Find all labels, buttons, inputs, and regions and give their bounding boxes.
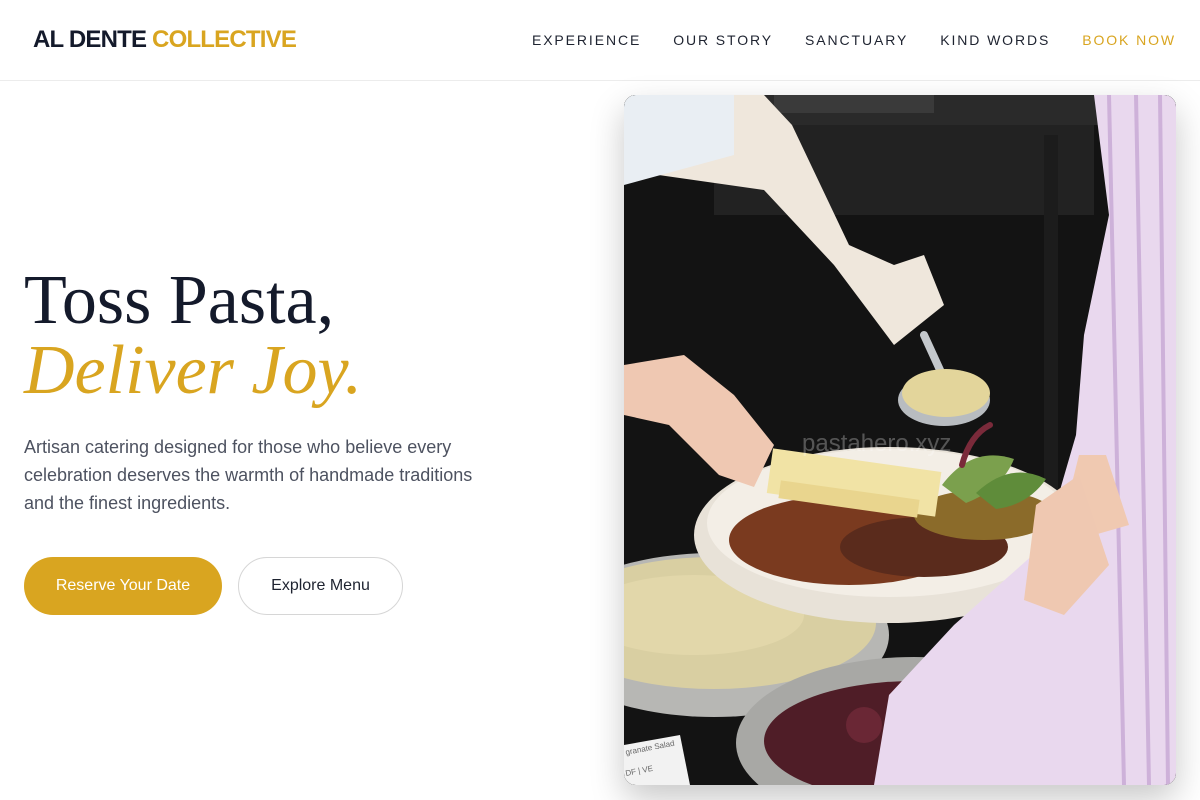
hero-subtitle: Artisan catering designed for those who …	[24, 437, 473, 513]
reserve-date-button[interactable]: Reserve Your Date	[24, 557, 222, 615]
nav-link-kind-words[interactable]: KIND WORDS	[940, 32, 1050, 48]
site-header: AL DENTE COLLECTIVE EXPERIENCE OUR STORY…	[0, 0, 1200, 81]
logo-accent-text: COLLECTIVE	[152, 26, 297, 53]
hero-title: Toss Pasta, Deliver Joy.	[24, 266, 584, 406]
nav-link-experience[interactable]: EXPERIENCE	[532, 32, 641, 48]
nav-link-our-story[interactable]: OUR STORY	[673, 32, 773, 48]
logo-primary-text: AL DENTE	[33, 26, 147, 53]
hero-title-line2: Deliver Joy.	[24, 332, 363, 409]
nav-link-book-now[interactable]: BOOK NOW	[1082, 32, 1176, 48]
main-nav: EXPERIENCE OUR STORY SANCTUARY KIND WORD…	[532, 32, 1176, 48]
site-logo[interactable]: AL DENTE COLLECTIVE	[33, 26, 297, 54]
hero-food-photo: granate Salad DF | VE pastahero.xyz	[624, 95, 1176, 785]
nav-link-sanctuary[interactable]: SANCTUARY	[805, 32, 908, 48]
hero-title-line1: Toss Pasta,	[24, 262, 335, 339]
watermark-text: pastahero.xyz	[802, 430, 951, 457]
explore-menu-button[interactable]: Explore Menu	[238, 557, 403, 615]
